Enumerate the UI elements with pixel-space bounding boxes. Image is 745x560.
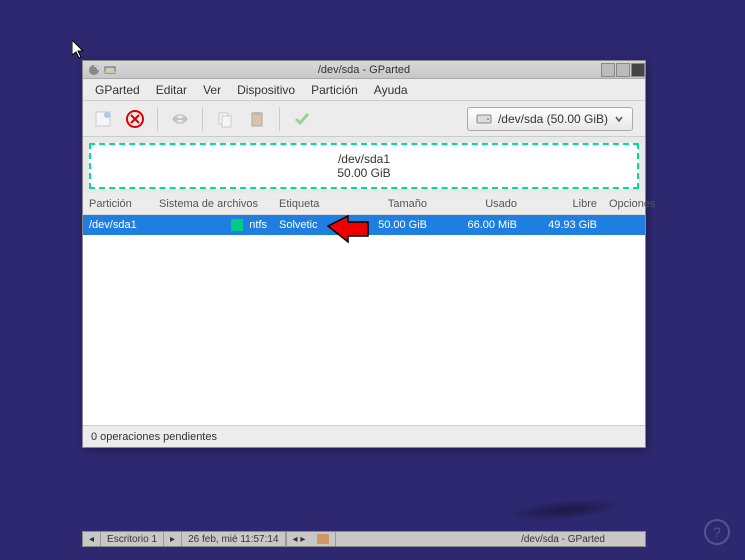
menu-editar[interactable]: Editar — [148, 81, 195, 99]
new-partition-button[interactable] — [89, 105, 117, 133]
taskbar-nav-right[interactable]: ▸ — [164, 532, 182, 546]
cell-etiqueta: Solvetic — [273, 219, 343, 231]
col-sistema[interactable]: Sistema de archivos — [153, 198, 273, 210]
app-menu-icon[interactable] — [87, 63, 101, 77]
col-opciones[interactable]: Opciones — [603, 198, 673, 210]
pending-operations-label: 0 operaciones pendientes — [91, 431, 217, 443]
shadow-decoration — [504, 495, 625, 525]
fs-color-swatch — [231, 219, 243, 231]
disk-graphic-name: /dev/sda1 — [338, 152, 390, 166]
device-selector-label: /dev/sda (50.00 GiB) — [498, 112, 608, 126]
minimize-button[interactable] — [601, 63, 615, 77]
taskbar-active-title[interactable]: /dev/sda - GParted — [481, 534, 645, 545]
toolbar: /dev/sda (50.00 GiB) — [83, 101, 645, 137]
menu-ayuda[interactable]: Ayuda — [366, 81, 416, 99]
col-libre[interactable]: Libre — [523, 198, 603, 210]
partition-table: Partición Sistema de archivos Etiqueta T… — [83, 193, 645, 425]
taskbar-desktop[interactable]: Escritorio 1 — [101, 532, 164, 546]
taskbar: ◂ Escritorio 1 ▸ 26 feb, mié 11:57:14 ◂ … — [82, 531, 646, 547]
titlebar[interactable]: /dev/sda - GParted — [83, 61, 645, 79]
device-selector[interactable]: /dev/sda (50.00 GiB) — [467, 107, 633, 131]
watermark-icon: ? — [704, 519, 730, 545]
col-usado[interactable]: Usado — [433, 198, 523, 210]
cell-fs-label: ntfs — [249, 219, 267, 231]
taskbar-datetime[interactable]: 26 feb, mié 11:57:14 — [182, 532, 285, 546]
disk-graphic[interactable]: /dev/sda1 50.00 GiB — [89, 143, 639, 189]
copy-button[interactable] — [211, 105, 239, 133]
apply-button[interactable] — [288, 105, 316, 133]
cell-particion: /dev/sda1 — [83, 219, 153, 231]
menu-gparted[interactable]: GParted — [87, 81, 148, 99]
taskbar-nav-left[interactable]: ◂ — [83, 532, 101, 546]
table-empty-area[interactable] — [83, 235, 645, 425]
cell-usado: 66.00 MiB — [433, 219, 523, 231]
menu-dispositivo[interactable]: Dispositivo — [229, 81, 303, 99]
paste-button[interactable] — [243, 105, 271, 133]
col-tamano[interactable]: Tamaño — [343, 198, 433, 210]
chevron-down-icon — [614, 114, 624, 124]
table-row[interactable]: /dev/sda1 ntfs Solvetic 50.00 GiB 66.00 … — [83, 215, 645, 235]
menu-ver[interactable]: Ver — [195, 81, 229, 99]
mouse-cursor — [72, 40, 86, 60]
delete-partition-button[interactable] — [121, 105, 149, 133]
cell-fs: ntfs — [153, 219, 273, 231]
taskbar-app-icon[interactable] — [311, 532, 336, 546]
window-title: /dev/sda - GParted — [83, 64, 645, 76]
menubar: GParted Editar Ver Dispositivo Partición… — [83, 79, 645, 101]
statusbar: 0 operaciones pendientes — [83, 425, 645, 447]
close-button[interactable] — [631, 63, 645, 77]
gparted-window: /dev/sda - GParted GParted Editar Ver Di… — [82, 60, 646, 448]
cell-libre: 49.93 GiB — [523, 219, 603, 231]
col-etiqueta[interactable]: Etiqueta — [273, 198, 343, 210]
taskbar-tray[interactable]: ◂ ▸ — [286, 532, 312, 546]
col-particion[interactable]: Partición — [83, 198, 153, 210]
cell-tamano: 50.00 GiB — [343, 219, 433, 231]
drive-icon — [476, 113, 492, 125]
menu-particion[interactable]: Partición — [303, 81, 366, 99]
resize-button[interactable] — [166, 105, 194, 133]
table-header[interactable]: Partición Sistema de archivos Etiqueta T… — [83, 193, 645, 215]
maximize-button[interactable] — [616, 63, 630, 77]
disk-graphic-size: 50.00 GiB — [337, 166, 390, 180]
drive-icon — [103, 63, 117, 77]
